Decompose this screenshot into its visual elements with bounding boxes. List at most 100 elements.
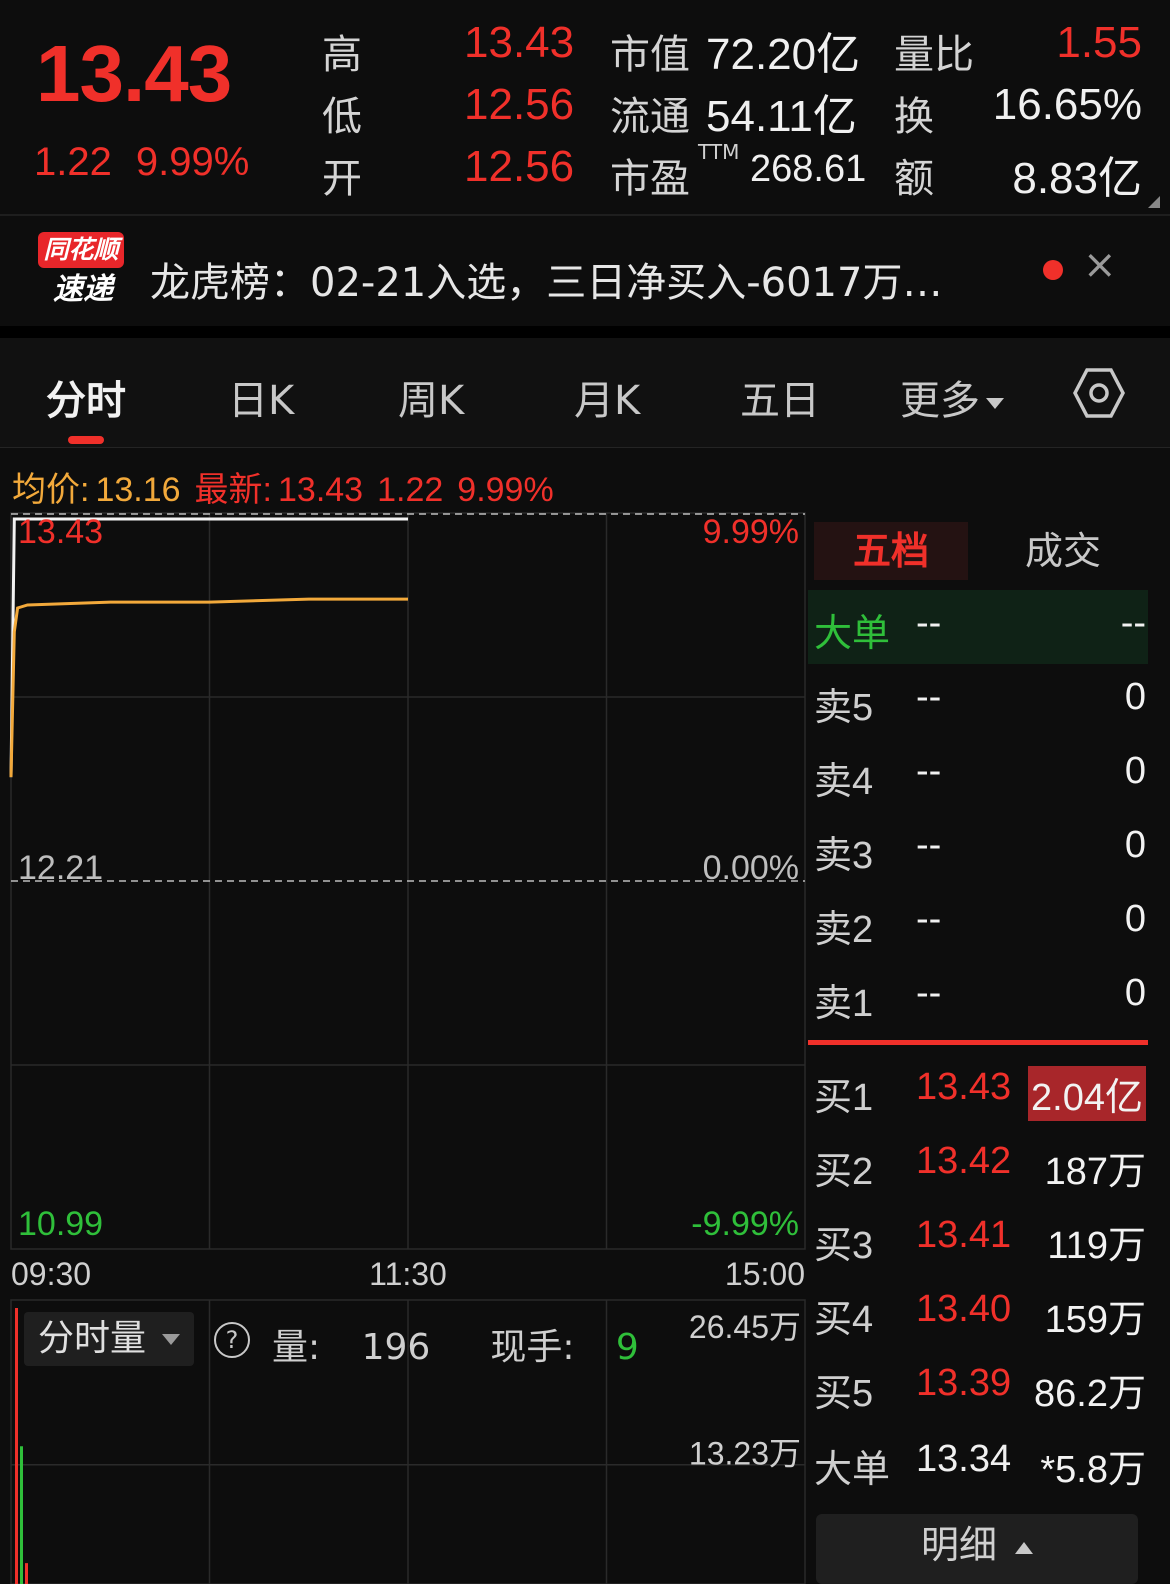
y-axis-label: 10.99 — [18, 1205, 103, 1243]
news-headline[interactable]: 龙虎榜：02-21入选，三日净买入-6017万… — [150, 250, 942, 308]
bid-volume: 119万 — [1047, 1225, 1146, 1267]
settings-gear-icon[interactable] — [1072, 366, 1126, 420]
volume-axis-label: 26.45万 — [689, 1309, 801, 1345]
big-order-volume: -- — [1120, 602, 1146, 644]
high-value: 13.43 — [464, 18, 575, 67]
y-axis-label: 13.43 — [18, 513, 103, 551]
ask-label: 卖4 — [814, 761, 874, 803]
tab-weekly-k[interactable]: 周K — [398, 368, 464, 426]
intraday-chart[interactable]: 13.43 12.21 10.99 9.99% 0.00% -9.99% 09:30 11:3… — [0, 505, 808, 1584]
volume-indicator-dropdown[interactable]: 分时量 — [24, 1312, 194, 1366]
turnover-label: 换 — [894, 94, 934, 140]
tab-more-label: 更多 — [900, 378, 980, 424]
ask-label: 卖2 — [814, 909, 874, 951]
detail-button[interactable]: 明细 — [816, 1514, 1138, 1584]
ask-row: 卖4 -- 0 — [808, 738, 1148, 812]
float-label: 流通 — [610, 94, 690, 140]
volume-bar — [25, 1563, 28, 1584]
bid-price: 13.42 — [916, 1140, 1012, 1182]
mcap-label: 市值 — [610, 32, 690, 78]
chevron-up-icon — [1015, 1541, 1033, 1554]
chevron-down-icon — [986, 397, 1004, 409]
tab-trades[interactable]: 成交 — [978, 522, 1148, 580]
active-tab-indicator — [68, 436, 104, 444]
y-axis-pct-label: -9.99% — [691, 1205, 799, 1243]
detail-label: 明细 — [920, 1523, 997, 1567]
pe-value: 268.61 — [750, 148, 867, 190]
chart-grid — [10, 512, 806, 1584]
big-order-row: 大单 -- -- — [808, 590, 1148, 664]
turnover-value: 16.65% — [992, 80, 1142, 129]
bid-volume: 187万 — [1044, 1151, 1146, 1193]
ask-label: 卖3 — [814, 835, 874, 877]
x-axis-label: 09:30 — [11, 1256, 91, 1292]
avg-label: 均价: — [12, 471, 90, 509]
divider — [0, 326, 1170, 338]
news-banner[interactable]: 同花顺 速递 龙虎榜：02-21入选，三日净买入-6017万… × — [0, 218, 1170, 326]
current-price: 13.43 — [36, 29, 232, 118]
high-label: 高 — [322, 32, 362, 78]
x-axis-label: 11:30 — [369, 1256, 447, 1292]
open-value: 12.56 — [464, 142, 575, 191]
tab-more[interactable]: 更多 — [900, 368, 1004, 426]
tab-five-levels[interactable]: 五档 — [814, 522, 968, 580]
bid-label: 买5 — [814, 1373, 874, 1415]
tab-monthly-k[interactable]: 月K — [574, 368, 640, 426]
mcap-value: 72.20亿 — [706, 30, 861, 79]
bid-price: 13.39 — [916, 1362, 1012, 1404]
latest-value: 13.43 — [278, 471, 364, 509]
bid-price: 13.43 — [916, 1066, 1012, 1108]
bid-price: 13.41 — [916, 1214, 1012, 1256]
y-axis-label: 12.21 — [18, 849, 103, 887]
news-logo-top: 同花顺 — [38, 232, 124, 268]
amount-value: 8.83亿 — [1012, 154, 1142, 203]
ask-price: -- — [916, 676, 942, 718]
bid-volume: 159万 — [1044, 1299, 1146, 1341]
bid-row: 买5 13.39 86.2万 — [808, 1350, 1148, 1424]
y-axis-pct-label: 0.00% — [703, 849, 799, 887]
expand-corner-icon[interactable] — [1148, 196, 1160, 208]
current-hand-value: 9 — [615, 1327, 639, 1368]
ask-price: -- — [916, 750, 942, 792]
ask-price: -- — [916, 972, 942, 1014]
x-axis-label: 15:00 — [725, 1256, 805, 1292]
quote-header: 13.43 1.22 9.99% 高 13.43 低 12.56 开 12.56 … — [0, 0, 1170, 216]
volume-ratio-label: 量比 — [894, 32, 974, 78]
big-order-label: 大单 — [814, 613, 891, 655]
low-label: 低 — [322, 94, 362, 140]
ask-volume: 0 — [1124, 824, 1146, 866]
amount-label: 额 — [894, 156, 934, 202]
y-axis-pct-label: 9.99% — [703, 513, 799, 551]
tab-intraday[interactable]: 分时 — [46, 368, 126, 426]
chart-info-line: 均价: 13.16 最新: 13.43 1.22 9.99% — [12, 462, 568, 511]
ask-row: 卖3 -- 0 — [808, 812, 1148, 886]
bid-volume: 86.2万 — [1034, 1373, 1146, 1415]
float-value: 54.11亿 — [706, 92, 857, 141]
close-icon[interactable]: × — [1083, 242, 1117, 288]
volume-bar — [20, 1446, 23, 1584]
ask-label: 卖1 — [814, 983, 874, 1025]
volume-axis-label: 13.23万 — [689, 1436, 801, 1472]
ask-volume: 0 — [1124, 750, 1146, 792]
low-value: 12.56 — [464, 80, 575, 129]
help-icon[interactable]: ? — [214, 1322, 250, 1358]
latest-label: 最新: — [194, 471, 272, 509]
ask-row: 卖2 -- 0 — [808, 886, 1148, 960]
bid-row: 买4 13.40 159万 — [808, 1276, 1148, 1350]
big-order-volume: *5.8万 — [1040, 1449, 1146, 1491]
bid-volume: 2.04亿 — [1028, 1066, 1146, 1121]
volume-label: 量: — [272, 1327, 321, 1368]
big-order-label: 大单 — [814, 1449, 891, 1491]
ask-row: 卖5 -- 0 — [808, 664, 1148, 738]
tab-daily-k[interactable]: 日K — [228, 368, 294, 426]
bid-ask-divider — [808, 1040, 1148, 1045]
tab-five-day[interactable]: 五日 — [740, 368, 820, 426]
chart-change: 1.22 — [377, 471, 444, 509]
latest-price: 最新: 13.43 — [195, 471, 364, 509]
news-logo: 同花顺 速递 — [38, 232, 124, 312]
ask-price: -- — [916, 824, 942, 866]
volume-ratio-value: 1.55 — [1056, 18, 1142, 67]
order-book-tabs: 五档 成交 — [808, 516, 1148, 586]
bid-label: 买1 — [814, 1077, 874, 1119]
big-order-price: -- — [916, 602, 942, 644]
